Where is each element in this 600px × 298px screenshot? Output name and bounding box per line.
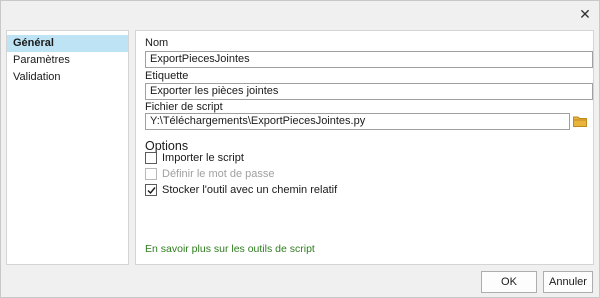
relative-path-option[interactable]: Stocker l'outil avec un chemin relatif <box>145 183 337 197</box>
content-panel: Nom ExportPiecesJointes Etiquette Export… <box>135 30 594 265</box>
sidebar-item-validation[interactable]: Validation <box>7 69 128 86</box>
script-file-field[interactable]: Y:\Téléchargements\ExportPiecesJointes.p… <box>145 113 570 130</box>
close-button[interactable]: ✕ <box>574 4 596 24</box>
name-label: Nom <box>145 37 169 49</box>
checkmark-icon <box>147 186 156 194</box>
label-field[interactable]: Exporter les pièces jointes <box>145 83 593 100</box>
import-script-checkbox[interactable] <box>145 152 157 164</box>
folder-icon <box>573 116 587 127</box>
sidebar-item-general[interactable]: Général <box>7 35 128 52</box>
relative-path-label: Stocker l'outil avec un chemin relatif <box>162 184 338 196</box>
dialog: ✕ Général Paramètres Validation Nom Expo… <box>0 0 600 298</box>
script-file-label: Fichier de script <box>145 101 223 113</box>
ok-button[interactable]: OK <box>481 271 537 293</box>
cancel-button[interactable]: Annuler <box>543 271 593 293</box>
close-icon: ✕ <box>579 5 591 22</box>
set-password-label: Définir le mot de passe <box>162 168 275 180</box>
script-tools-help-link[interactable]: En savoir plus sur les outils de script <box>145 243 315 255</box>
name-field[interactable]: ExportPiecesJointes <box>145 51 593 68</box>
label-label: Etiquette <box>145 70 189 82</box>
browse-button[interactable] <box>573 115 587 127</box>
import-script-option[interactable]: Importer le script <box>145 151 244 165</box>
sidebar: Général Paramètres Validation <box>6 30 129 265</box>
import-script-label: Importer le script <box>162 152 244 164</box>
sidebar-item-parameters[interactable]: Paramètres <box>7 52 128 69</box>
set-password-option: Définir le mot de passe <box>145 167 275 181</box>
relative-path-checkbox[interactable] <box>145 184 157 196</box>
set-password-checkbox <box>145 168 157 180</box>
